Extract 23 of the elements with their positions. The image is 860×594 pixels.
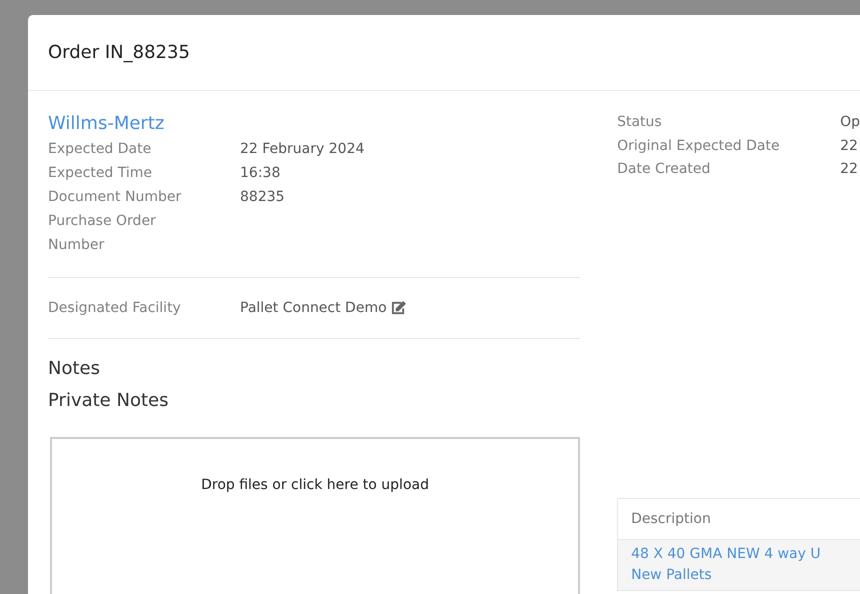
- field-value: 22: [840, 136, 859, 156]
- field-label: Expected Time: [48, 164, 154, 183]
- file-drop-zone[interactable]: Drop files or click here to upload: [50, 437, 580, 594]
- customer-link[interactable]: Willms-Mertz: [48, 111, 580, 137]
- item-link[interactable]: 48 X 40 GMA NEW 4 way U: [631, 544, 860, 564]
- field-label: Status: [617, 113, 663, 132]
- field-value: 16:38: [240, 164, 282, 183]
- private-notes-heading: Private Notes: [48, 389, 170, 413]
- notes-heading: Notes: [48, 357, 101, 381]
- field-value: 22: [840, 160, 859, 179]
- field-value: 88235: [240, 188, 286, 207]
- field-value: 22 February 2024: [240, 140, 366, 159]
- field-label: Document Number: [48, 188, 182, 207]
- field-label: Date Created: [617, 160, 712, 179]
- field-label: Purchase Order Number: [48, 212, 157, 255]
- field-label: Designated Facility: [48, 300, 182, 316]
- edit-icon[interactable]: [390, 301, 406, 315]
- field-value: Op: [840, 113, 860, 132]
- item-category: New Pallets: [631, 566, 713, 584]
- dialog-title: Order IN_88235: [48, 42, 190, 63]
- field-value: Pallet Connect Demo: [240, 300, 387, 316]
- field-label: Expected Date: [48, 140, 152, 159]
- field-label: Original Expected Date: [617, 136, 781, 156]
